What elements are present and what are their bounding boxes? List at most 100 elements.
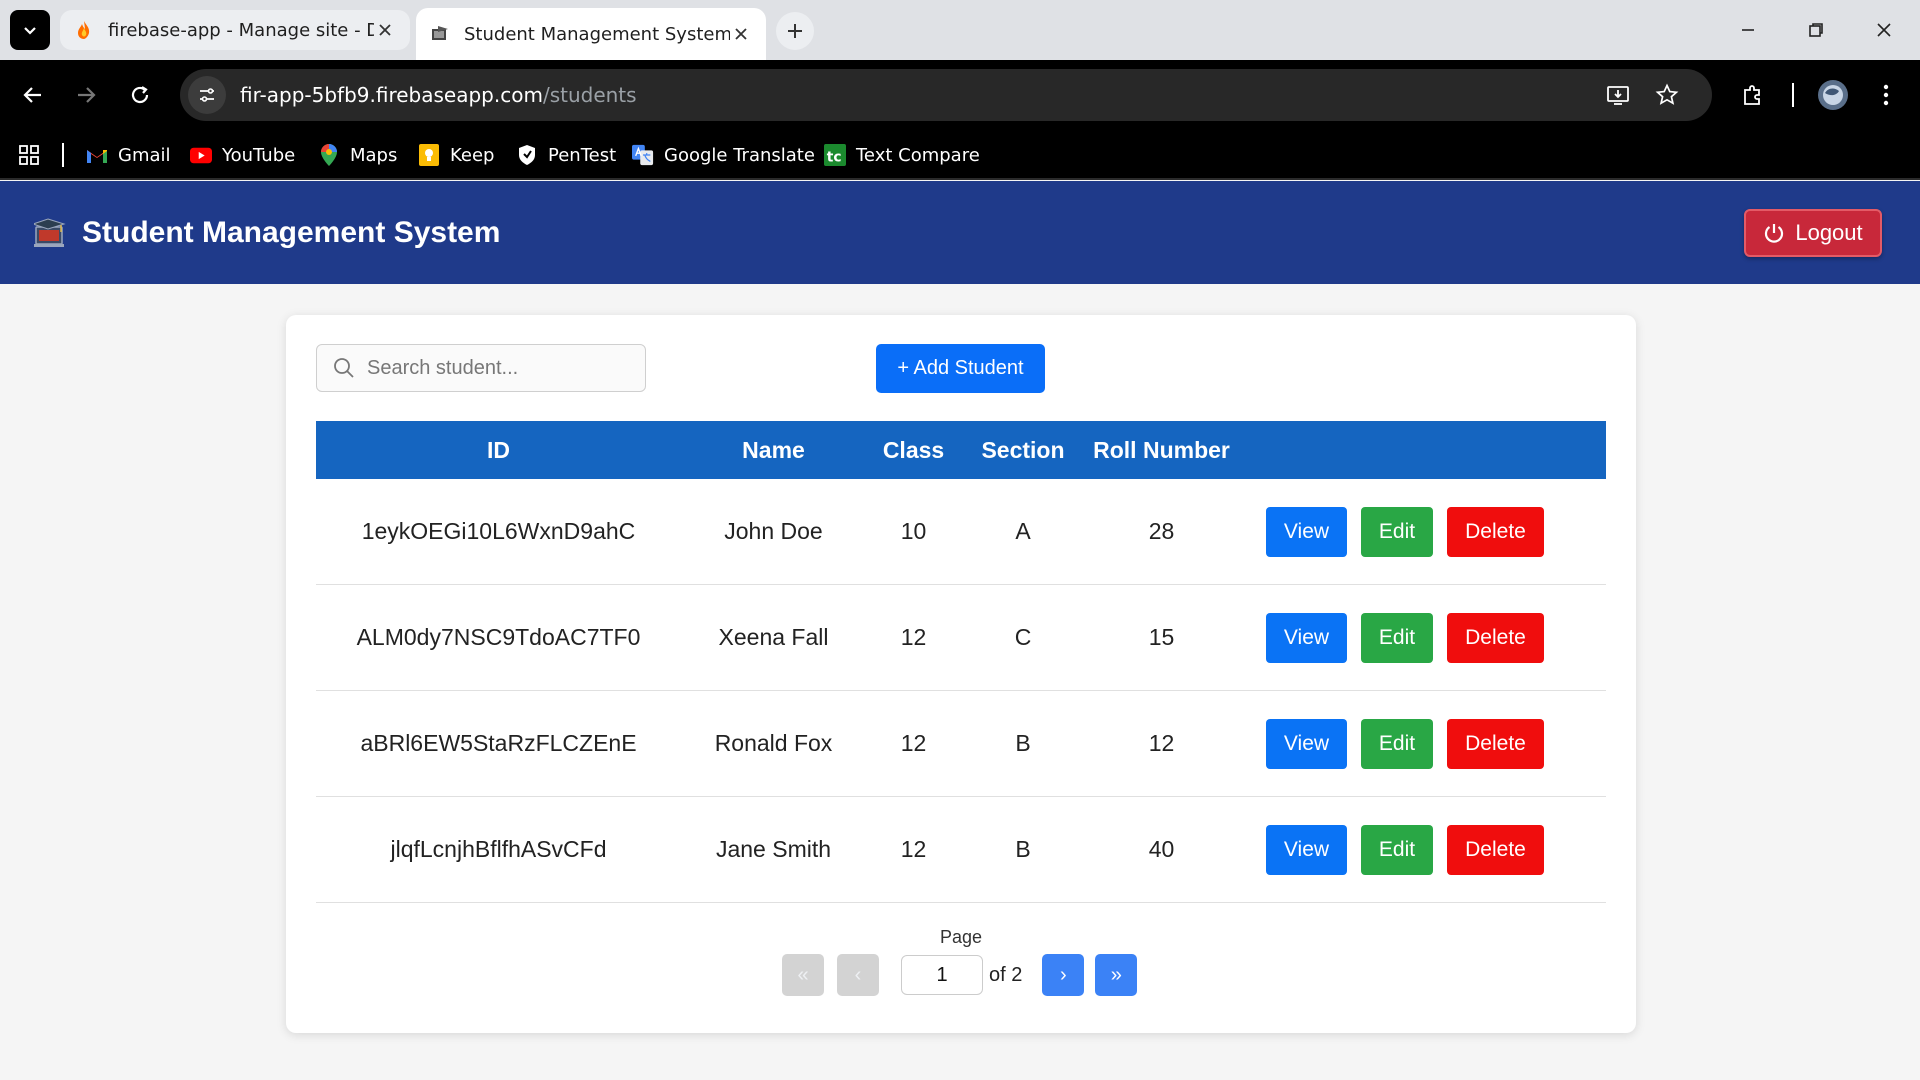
- bookmark-maps[interactable]: Maps: [318, 142, 397, 168]
- extensions-button[interactable]: [1733, 75, 1773, 115]
- edit-button[interactable]: Edit: [1361, 718, 1433, 769]
- cell-class: 10: [866, 479, 961, 585]
- bookmark-youtube[interactable]: YouTube: [190, 142, 295, 168]
- cell-actions: View Edit Delete: [1238, 690, 1606, 797]
- delete-button[interactable]: Delete: [1447, 506, 1544, 557]
- column-header-id: ID: [316, 421, 681, 479]
- cell-name: John Doe: [681, 479, 866, 585]
- profile-button[interactable]: [1813, 75, 1853, 115]
- plus-icon: [788, 24, 802, 38]
- keep-icon: [418, 144, 440, 166]
- page-total-text: of 2: [989, 963, 1023, 986]
- close-icon: [1877, 23, 1891, 37]
- svg-text:tc: tc: [827, 149, 842, 165]
- tab-search-button[interactable]: [10, 10, 50, 50]
- view-button[interactable]: View: [1266, 612, 1347, 663]
- browser-tab-strip: firebase-app - Manage site - Da Student …: [0, 0, 1920, 60]
- browser-tab-firebase[interactable]: firebase-app - Manage site - Da: [60, 10, 410, 50]
- bookmark-gmail[interactable]: Gmail: [86, 142, 171, 168]
- column-header-section: Section: [961, 421, 1085, 479]
- address-bar[interactable]: fir-app-5bfb9.firebaseapp.com/students: [180, 69, 1712, 121]
- add-student-button[interactable]: + Add Student: [876, 344, 1045, 393]
- view-button[interactable]: View: [1266, 718, 1347, 769]
- forward-button[interactable]: [66, 75, 106, 115]
- close-window-button[interactable]: [1856, 8, 1912, 52]
- search-input[interactable]: [365, 355, 629, 381]
- gmail-icon: [86, 144, 108, 166]
- delete-button[interactable]: Delete: [1447, 824, 1544, 875]
- bookmark-label: PenTest: [548, 144, 617, 166]
- cell-section: B: [961, 690, 1085, 797]
- app-favicon-icon: [432, 26, 448, 40]
- tab-title: firebase-app - Manage site - Da: [108, 19, 374, 41]
- bookmarks-divider: [62, 143, 64, 167]
- last-page-button[interactable]: »: [1095, 954, 1138, 996]
- cell-name: Ronald Fox: [681, 690, 866, 797]
- page-number-input[interactable]: [901, 955, 983, 995]
- new-tab-button[interactable]: [776, 12, 814, 50]
- bookmark-label: Maps: [350, 144, 398, 166]
- close-tab-icon[interactable]: [730, 23, 752, 45]
- cell-id: jlqfLcnjhBflfhASvCFd: [316, 796, 681, 903]
- delete-button[interactable]: Delete: [1447, 718, 1544, 769]
- cell-section: B: [961, 796, 1085, 903]
- edit-button[interactable]: Edit: [1361, 824, 1433, 875]
- edit-button[interactable]: Edit: [1361, 612, 1433, 663]
- app-header: Student Management System Logout: [0, 181, 1920, 284]
- bookmark-keep[interactable]: Keep: [418, 142, 494, 168]
- reload-button[interactable]: [120, 75, 160, 115]
- cell-roll: 12: [1085, 690, 1238, 797]
- close-tab-icon[interactable]: [374, 19, 396, 41]
- minimize-button[interactable]: [1720, 8, 1776, 52]
- cell-actions: View Edit Delete: [1238, 584, 1606, 691]
- cell-id: ALM0dy7NSC9TdoAC7TF0: [316, 584, 681, 691]
- power-icon: [1765, 224, 1784, 243]
- logout-label: Logout: [1795, 220, 1863, 245]
- site-info-button[interactable]: [188, 76, 226, 114]
- column-header-name: Name: [681, 421, 866, 479]
- browser-menu-button[interactable]: [1866, 75, 1906, 115]
- avatar: [1818, 80, 1848, 110]
- cell-class: 12: [866, 690, 961, 797]
- cell-actions: View Edit Delete: [1238, 796, 1606, 903]
- cell-id: aBRl6EW5StaRzFLCZEnE: [316, 690, 681, 797]
- edit-button[interactable]: Edit: [1361, 506, 1433, 557]
- search-box: [316, 344, 646, 392]
- view-button[interactable]: View: [1266, 824, 1347, 875]
- install-app-button[interactable]: [1599, 76, 1637, 114]
- url-text: fir-app-5bfb9.firebaseapp.com/students: [240, 83, 637, 107]
- bookmark-label: Text Compare: [856, 144, 980, 166]
- cell-class: 12: [866, 796, 961, 903]
- bookmark-text-compare[interactable]: tc Text Compare: [824, 142, 980, 168]
- bookmark-pentest[interactable]: PenTest: [516, 142, 616, 168]
- arrow-left-icon: [23, 87, 41, 103]
- table-row: jlqfLcnjhBflfhASvCFd Jane Smith 12 B 40 …: [316, 796, 1606, 903]
- back-button[interactable]: [13, 75, 53, 115]
- pentest-icon: [516, 144, 538, 166]
- restore-button[interactable]: [1788, 8, 1844, 52]
- view-button[interactable]: View: [1266, 506, 1347, 557]
- cell-id: 1eykOEGi10L6WxnD9ahC: [316, 479, 681, 585]
- tab-title: Student Management System: [464, 23, 730, 45]
- text-compare-icon: tc: [824, 144, 846, 166]
- toolbar-divider: [1792, 83, 1794, 107]
- bookmark-google-translate[interactable]: Google Translate: [632, 142, 815, 168]
- apps-button[interactable]: [18, 142, 40, 168]
- first-page-button[interactable]: «: [782, 954, 824, 996]
- puzzle-icon: [1744, 85, 1760, 105]
- column-header-roll-number: Roll Number: [1085, 421, 1238, 479]
- next-page-button[interactable]: ›: [1042, 954, 1085, 996]
- bookmark-label: Google Translate: [664, 144, 815, 166]
- students-card: + Add Student ID Name Class Section Roll…: [286, 315, 1636, 1033]
- cell-roll: 28: [1085, 479, 1238, 585]
- cell-actions: View Edit Delete: [1238, 479, 1606, 585]
- translate-icon: [632, 144, 654, 166]
- bookmark-star-button[interactable]: [1648, 76, 1686, 114]
- delete-button[interactable]: Delete: [1447, 612, 1544, 663]
- logout-button[interactable]: Logout: [1744, 209, 1882, 257]
- graduation-laptop-icon: [34, 218, 66, 247]
- browser-tab-students[interactable]: Student Management System: [416, 8, 766, 60]
- column-header-actions: [1238, 421, 1606, 479]
- cell-section: A: [961, 479, 1085, 585]
- prev-page-button[interactable]: ‹: [837, 954, 879, 996]
